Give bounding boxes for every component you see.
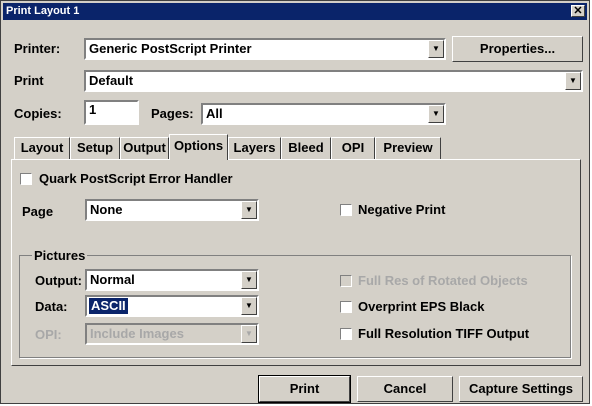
full-res-tiff-checkbox[interactable]: [340, 328, 352, 340]
negative-print-label: Negative Print: [358, 202, 446, 217]
tab-output[interactable]: Output: [120, 137, 169, 159]
pages-select[interactable]: All ▼: [201, 103, 446, 125]
window-title: Print Layout 1: [6, 5, 80, 17]
output-select[interactable]: Normal ▼: [85, 269, 259, 291]
full-res-tiff-label: Full Resolution TIFF Output: [358, 326, 530, 341]
overprint-eps-checkbox[interactable]: [340, 301, 352, 313]
cancel-button[interactable]: Cancel: [357, 376, 453, 402]
pictures-group-label: Pictures: [32, 248, 88, 264]
tab-options[interactable]: Options: [169, 134, 228, 160]
pages-label: Pages:: [151, 106, 194, 121]
tab-bleed[interactable]: Bleed: [281, 137, 331, 159]
output-label: Output:: [35, 273, 82, 288]
chevron-down-icon: ▼: [565, 72, 581, 90]
chevron-down-icon: ▼: [241, 271, 257, 289]
printer-select[interactable]: Generic PostScript Printer ▼: [84, 38, 446, 60]
overprint-eps-label: Overprint EPS Black: [358, 299, 485, 314]
close-icon: ✕: [573, 5, 583, 17]
properties-button[interactable]: Properties...: [452, 36, 583, 62]
data-label: Data:: [35, 299, 68, 314]
opi-label: OPI:: [35, 327, 62, 342]
page-value: None: [90, 202, 123, 217]
full-res-rotated-label: Full Res of Rotated Objects: [358, 273, 528, 288]
capture-settings-button[interactable]: Capture Settings: [459, 376, 583, 402]
copies-value: 1: [89, 102, 97, 117]
chevron-down-icon: ▼: [241, 201, 257, 219]
copies-input[interactable]: 1: [84, 100, 139, 125]
page-label: Page: [22, 204, 54, 219]
chevron-down-icon: ▼: [241, 297, 257, 315]
data-value: ASCII: [89, 298, 128, 314]
tab-setup[interactable]: Setup: [70, 137, 120, 159]
chevron-down-icon: ▼: [428, 40, 444, 58]
chevron-down-icon: ▼: [428, 105, 444, 123]
pages-value: All: [206, 106, 223, 121]
negative-print-checkbox[interactable]: [340, 204, 352, 216]
tab-layout[interactable]: Layout: [14, 137, 70, 159]
printer-value: Generic PostScript Printer: [89, 41, 252, 56]
tab-opi[interactable]: OPI: [331, 137, 375, 159]
page-select[interactable]: None ▼: [85, 199, 259, 221]
tab-preview[interactable]: Preview: [375, 137, 441, 159]
opi-value: Include Images: [90, 326, 184, 341]
print-style-value: Default: [89, 73, 134, 88]
print-layout-dialog: Print Layout 1 ✕ Printer: Generic PostSc…: [0, 0, 590, 404]
data-select[interactable]: ASCII ▼: [85, 295, 259, 317]
tab-layers[interactable]: Layers: [228, 137, 281, 159]
title-bar[interactable]: Print Layout 1 ✕: [3, 3, 587, 20]
print-style-label: Print: [14, 73, 44, 88]
quark-handler-checkbox[interactable]: [20, 173, 32, 185]
quark-handler-label: Quark PostScript Error Handler: [39, 171, 233, 186]
printer-label: Printer:: [14, 41, 61, 56]
print-button[interactable]: Print: [258, 375, 351, 403]
print-style-select[interactable]: Default ▼: [84, 70, 583, 92]
output-value: Normal: [90, 272, 135, 287]
full-res-rotated-checkbox: [340, 275, 352, 287]
opi-select: Include Images ▼: [85, 323, 259, 345]
chevron-down-icon: ▼: [241, 325, 257, 343]
close-button[interactable]: ✕: [571, 5, 585, 17]
copies-label: Copies:: [14, 106, 62, 121]
